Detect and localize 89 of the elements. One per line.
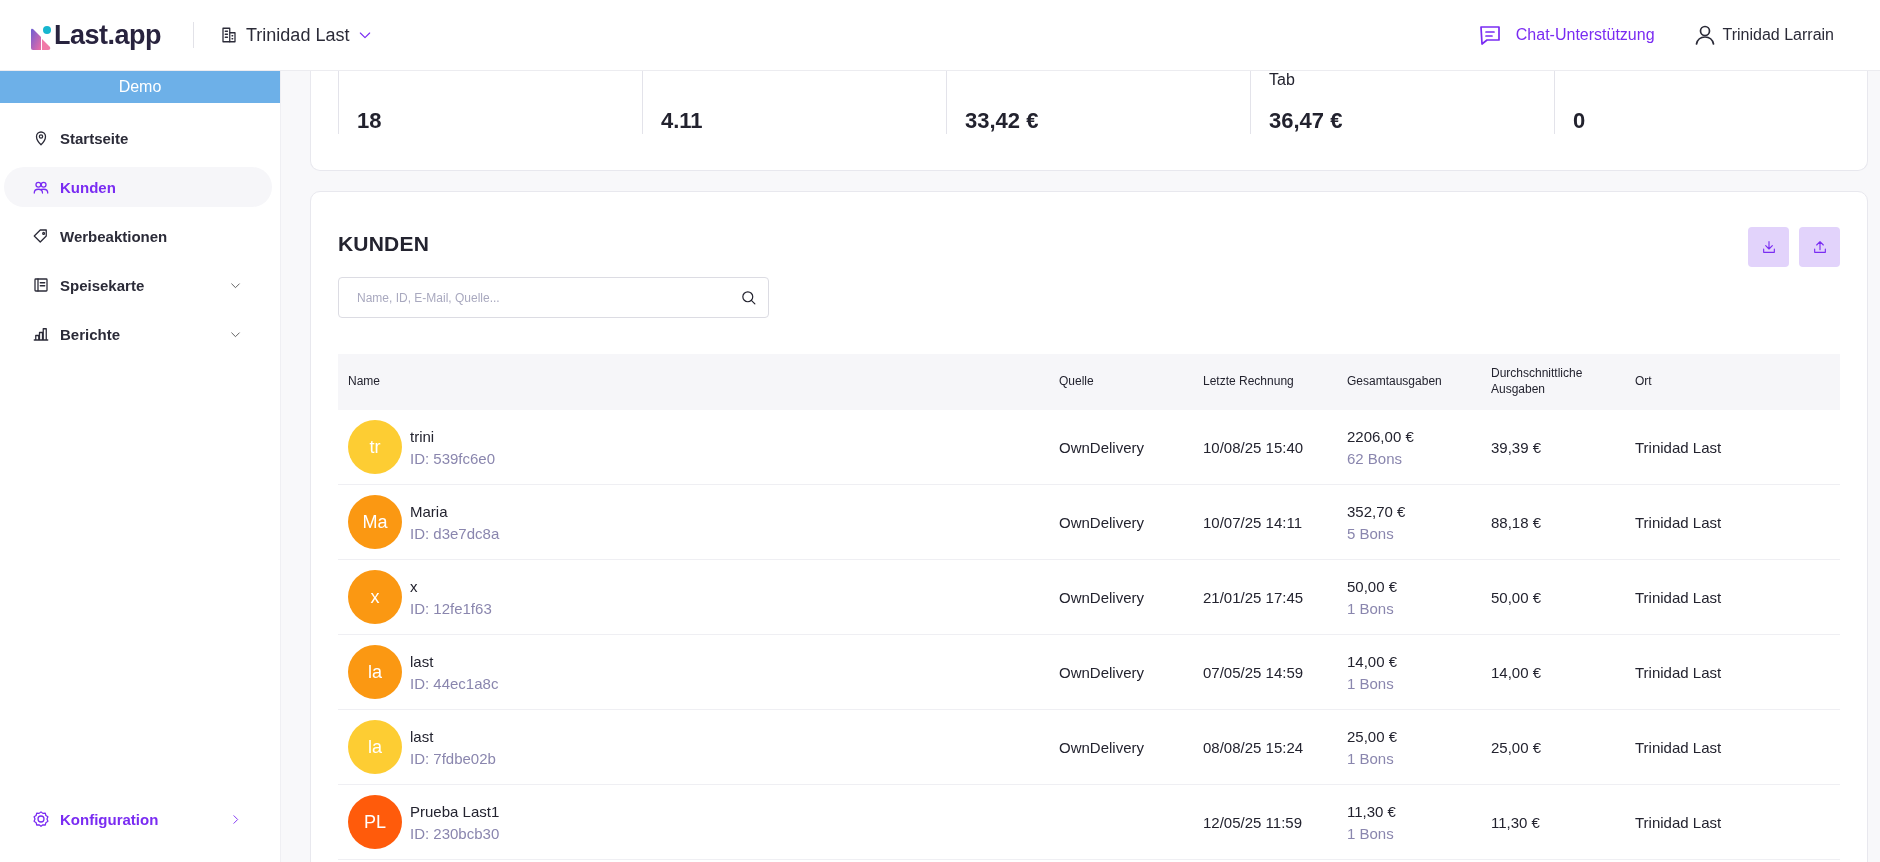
tag-icon — [32, 227, 50, 245]
avatar: la — [348, 720, 402, 774]
receipt-count: 1 Bons — [1347, 599, 1395, 617]
table-cell: 25,00 € — [1491, 738, 1542, 756]
customer-id: ID: 7fdbe02b — [410, 749, 496, 767]
section-title: KUNDEN — [338, 232, 430, 256]
sidebar-item[interactable]: Berichte — [4, 314, 272, 354]
upload-icon — [1811, 239, 1828, 255]
customer-name: Prueba Last1 — [410, 802, 500, 820]
table-cell: 10/07/25 14:11 — [1203, 513, 1302, 531]
receipt-count: 1 Bons — [1347, 749, 1395, 767]
table-cell: 07/05/25 14:59 — [1203, 663, 1304, 681]
table-cell-text: 25,00 € — [1347, 727, 1399, 745]
demo-banner: Demo — [0, 71, 280, 103]
table-cell-text: 50,00 € — [1347, 577, 1399, 595]
stat-label: Tab — [1269, 71, 1295, 88]
table-cell: OwnDelivery — [1059, 738, 1145, 756]
menu-book-icon — [32, 276, 50, 294]
table-cell: OwnDelivery — [1059, 513, 1145, 531]
customer-id: ID: 44ec1a8c — [410, 674, 499, 692]
customer-name: trini — [410, 427, 436, 445]
avatar: x — [348, 570, 402, 624]
receipt-count: 5 Bons — [1347, 524, 1395, 542]
chat-support-link[interactable]: Chat-Unterstützung — [1477, 23, 1655, 47]
sidebar-item[interactable]: Speisekarte — [4, 265, 272, 305]
avatar: la — [348, 645, 402, 699]
sidebar-item[interactable]: Werbeaktionen — [4, 216, 272, 256]
customer-name: last — [410, 652, 435, 670]
receipt-count: 1 Bons — [1347, 824, 1395, 842]
customer-id: ID: d3e7dc8a — [410, 524, 500, 542]
stat-value: 4.11 — [661, 108, 704, 134]
stat-value: 33,42 € — [965, 108, 1040, 134]
sidebar-item[interactable]: Kunden — [4, 167, 272, 207]
table-cell: 50,00 € — [1491, 588, 1542, 606]
settings-item[interactable]: Konfiguration — [4, 799, 272, 839]
column-header: Letzte Rechnung — [1202, 374, 1295, 390]
table-cell: 11,30 € — [1491, 813, 1540, 831]
stat-value: 18 — [357, 108, 383, 134]
customer-name: last — [410, 727, 435, 745]
table-cell: Trinidad Last — [1635, 663, 1722, 681]
customer-id: ID: 12fe1f63 — [410, 599, 492, 617]
app-logo[interactable]: Last.app — [30, 19, 162, 51]
receipt-count: 1 Bons — [1347, 674, 1395, 692]
settings-icon — [32, 810, 50, 828]
sidebar-item[interactable]: Startseite — [4, 118, 272, 158]
avatar: Ma — [348, 495, 402, 549]
table-cell: Trinidad Last — [1635, 438, 1722, 456]
table-cell-text: 2206,00 € — [1347, 427, 1415, 445]
table-cell: OwnDelivery — [1059, 588, 1145, 606]
chat-bubble-icon — [1477, 23, 1502, 47]
table-cell: 21/01/25 17:45 — [1203, 588, 1304, 606]
column-header: Gesamtausgaben — [1346, 374, 1443, 390]
table-cell: 14,00 € — [1491, 663, 1542, 681]
search-field[interactable]: Name, ID, E-Mail, Quelle... — [338, 277, 769, 318]
table-cell-text: 352,70 € — [1347, 502, 1407, 520]
building-icon — [220, 26, 239, 44]
table-cell: Trinidad Last — [1635, 588, 1722, 606]
location-selector[interactable]: Trinidad Last — [220, 24, 374, 46]
receipt-count: 62 Bons — [1347, 449, 1404, 467]
customer-name: x — [410, 577, 419, 595]
user-menu[interactable]: Trinidad Larrain — [1692, 23, 1834, 47]
stat-value: 0 — [1573, 108, 1587, 134]
table-cell: 08/08/25 15:24 — [1203, 738, 1304, 756]
avatar: tr — [348, 420, 402, 474]
column-header: Durchschnittliche Ausgaben — [1490, 366, 1584, 398]
upload-button[interactable] — [1799, 227, 1840, 267]
table-cell: 88,18 € — [1491, 513, 1542, 531]
download-icon — [1760, 239, 1777, 255]
customer-name: Maria — [410, 502, 449, 520]
table-cell: 12/05/25 11:59 — [1203, 813, 1302, 831]
table-cell: 39,39 € — [1491, 438, 1542, 456]
column-header: Ort — [1634, 374, 1653, 390]
customer-id: ID: 230bcb30 — [410, 824, 500, 842]
column-header: Name — [347, 374, 381, 390]
table-cell: OwnDelivery — [1059, 663, 1145, 681]
search-icon — [740, 289, 757, 306]
table-cell: 10/08/25 15:40 — [1203, 438, 1304, 456]
download-button[interactable] — [1748, 227, 1789, 267]
table-cell-text: 14,00 € — [1347, 652, 1399, 670]
table-cell-text: 11,30 € — [1347, 802, 1397, 820]
customer-id: ID: 539fc6e0 — [410, 449, 496, 467]
table-cell: Trinidad Last — [1635, 813, 1722, 831]
table-cell: Trinidad Last — [1635, 738, 1722, 756]
avatar: PL — [348, 795, 402, 849]
bar-chart-icon — [32, 325, 50, 343]
table-cell: Trinidad Last — [1635, 513, 1722, 531]
table-cell: OwnDelivery — [1059, 438, 1145, 456]
stat-value: 36,47 € — [1269, 108, 1344, 134]
column-header: Quelle — [1058, 374, 1095, 390]
